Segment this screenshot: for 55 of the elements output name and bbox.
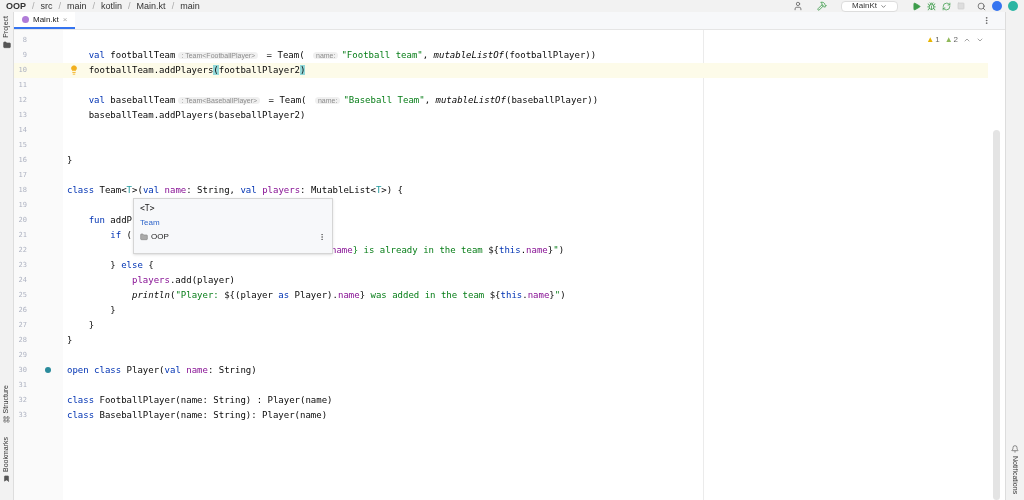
- caret-icon: [880, 2, 887, 10]
- scrollbar[interactable]: [993, 130, 1000, 500]
- breadcrumb[interactable]: kotlin: [101, 1, 123, 11]
- refresh-icon[interactable]: [942, 1, 951, 11]
- bell-icon[interactable]: [1011, 444, 1019, 453]
- code-line: class Team<T>(val name: String, val players: MutableList<T>) {: [67, 183, 404, 197]
- module-name: OOP: [151, 231, 169, 243]
- breadcrumb-separator: /: [92, 1, 96, 11]
- warning-count: 1: [935, 34, 940, 46]
- code-line: open class Player(val name: String): [67, 363, 257, 377]
- code-line: }: [87, 318, 95, 332]
- code-line: println("Player: ${(player as Player).name} was added in the team ${this.name}"): [131, 288, 566, 302]
- structure-icon[interactable]: [3, 416, 10, 423]
- debug-icon[interactable]: [927, 1, 936, 11]
- user-icon[interactable]: [793, 1, 804, 11]
- code-line: } else {: [109, 258, 154, 272]
- code-line: if (: [109, 228, 133, 242]
- kotlin-file-icon: [22, 16, 29, 23]
- previous-icon[interactable]: [963, 36, 971, 44]
- breadcrumb-separator: /: [58, 1, 62, 11]
- search-icon[interactable]: [977, 1, 986, 11]
- code-line: fun addP: [87, 213, 133, 227]
- breadcrumb[interactable]: main: [180, 1, 200, 11]
- breadcrumb-separator: /: [128, 1, 131, 11]
- editor-tab[interactable]: Main.kt ×: [14, 12, 76, 29]
- code-line: }: [67, 153, 73, 167]
- hammer-icon[interactable]: [817, 1, 828, 11]
- code-line: footballTeam.addPlayers(footballPlayer2): [87, 63, 306, 77]
- lightbulb-icon[interactable]: [69, 65, 79, 75]
- code-line: class BaseballPlayer(name: String): Player(name): [67, 408, 328, 422]
- breadcrumb-separator: /: [32, 1, 35, 11]
- folder-icon[interactable]: [2, 40, 11, 49]
- code-line: }: [67, 333, 73, 347]
- breadcrumb[interactable]: main: [67, 1, 87, 11]
- warning-icon: ▲: [926, 34, 935, 46]
- code-line: class FootballPlayer(name: String) : Player(name): [67, 393, 333, 407]
- more-icon[interactable]: [318, 233, 326, 241]
- popup-title: <T>: [140, 203, 156, 215]
- more-icon[interactable]: [982, 16, 991, 25]
- warning-icon: ▲: [944, 34, 953, 46]
- code-line: players.add(player): [131, 273, 235, 287]
- warning-count: 2: [953, 34, 958, 46]
- next-icon[interactable]: [976, 36, 984, 44]
- breadcrumb[interactable]: OOP: [6, 1, 26, 11]
- breadcrumb[interactable]: src: [40, 1, 53, 11]
- run-configuration-dropdown[interactable]: MainKt: [841, 0, 898, 12]
- breadcrumb-separator: /: [171, 1, 175, 11]
- module-folder-icon: [140, 233, 148, 241]
- implemented-icon[interactable]: [45, 367, 51, 373]
- bookmark-icon[interactable]: [3, 475, 10, 482]
- class-link[interactable]: Team: [140, 217, 326, 229]
- breadcrumb[interactable]: Main.kt: [136, 1, 166, 11]
- run-icon[interactable]: [912, 1, 921, 11]
- code-line: }: [109, 303, 116, 317]
- code-line: baseballTeam.addPlayers(baseballPlayer2): [87, 108, 306, 122]
